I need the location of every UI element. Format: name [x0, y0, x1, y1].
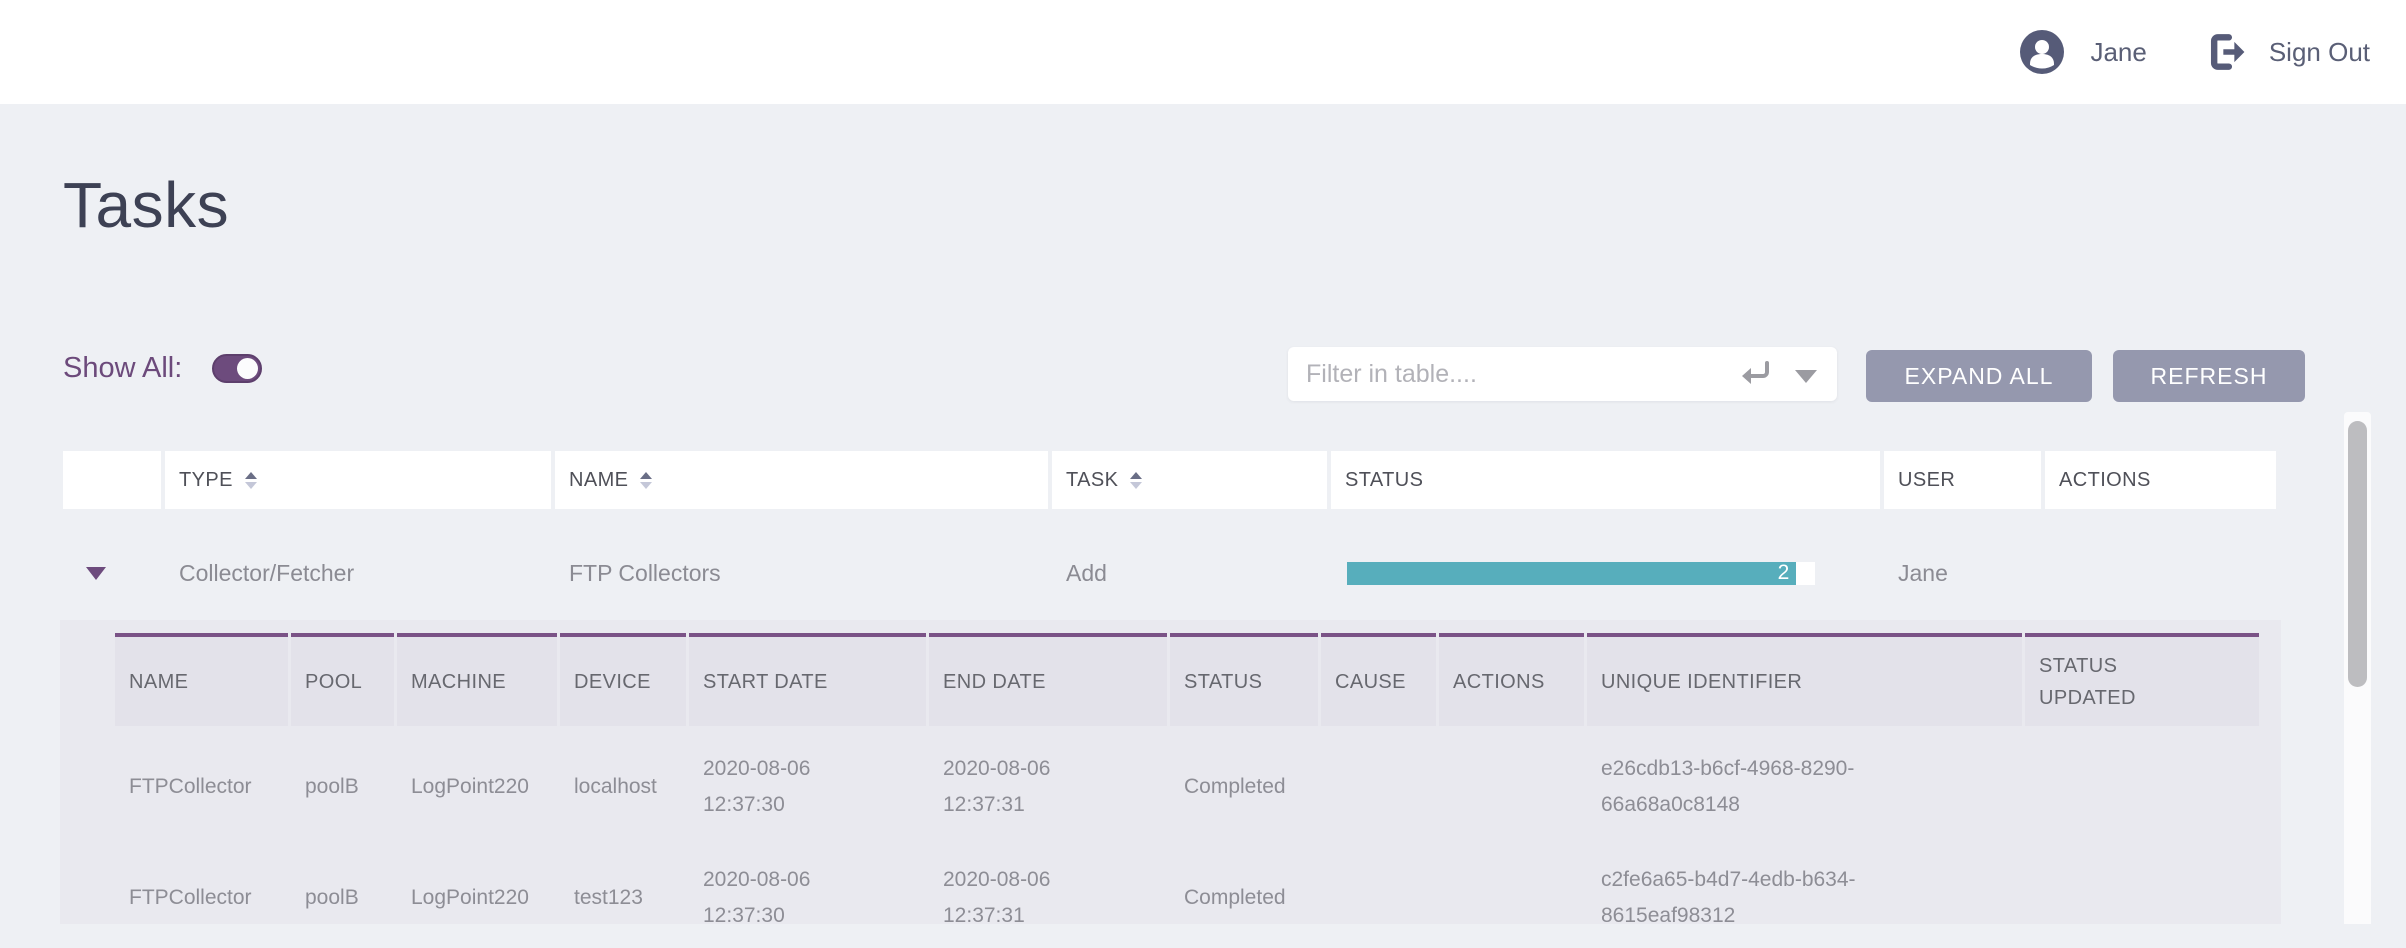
show-all-label: Show All: — [63, 352, 182, 385]
sub-cell-actions — [1439, 848, 1584, 948]
start-date-value: 2020-08-06 12:37:30 — [703, 862, 828, 934]
sign-out-icon[interactable] — [2205, 30, 2249, 74]
sub-cell-status-updated — [2025, 848, 2259, 948]
sub-header-machine: MACHINE — [397, 633, 557, 726]
header-cell-user: USER — [1884, 451, 2041, 509]
end-date-value: 2020-08-06 12:37:31 — [943, 862, 1068, 934]
show-all-control: Show All: — [63, 352, 262, 385]
header-label: NAME — [569, 469, 628, 492]
show-all-toggle[interactable] — [212, 354, 262, 383]
row-cell-user: Jane — [1884, 541, 2041, 605]
sub-header-device: DEVICE — [560, 633, 686, 726]
filter-dropdown-icon[interactable] — [1795, 370, 1817, 383]
end-date-value: 2020-08-06 12:37:31 — [943, 751, 1068, 823]
sub-cell-cause — [1321, 848, 1436, 948]
expand-all-button[interactable]: EXPAND ALL — [1866, 350, 2092, 402]
user-avatar-icon[interactable] — [2018, 28, 2066, 76]
sub-cell-start-date: 2020-08-06 12:37:30 — [689, 737, 926, 837]
filter-input-wrap — [1288, 347, 1837, 401]
unique-identifier-value: e26cdb13-b6cf-4968-8290-66a68a0c8148 — [1601, 751, 1901, 823]
toggle-knob — [237, 358, 258, 379]
scrollbar-thumb[interactable] — [2348, 421, 2367, 687]
sub-cell-device: localhost — [560, 737, 686, 837]
sub-cell-status: Completed — [1170, 737, 1318, 837]
sign-out-button[interactable]: Sign Out — [2269, 37, 2370, 68]
sub-header-end-date: END DATE — [929, 633, 1167, 726]
sub-cell-status-updated — [2025, 737, 2259, 837]
sub-table-row: FTPCollector poolB LogPoint220 test123 2… — [115, 848, 2281, 948]
sort-icon[interactable] — [1130, 472, 1142, 489]
row-expand-toggle[interactable] — [63, 541, 161, 605]
sub-cell-status: Completed — [1170, 848, 1318, 948]
row-cell-task: Add — [1052, 541, 1327, 605]
sub-cell-unique-identifier: c2fe6a65-b4d7-4edb-b634-8615eaf98312 — [1587, 848, 2022, 948]
task-progress-bar: 2 — [1347, 562, 1815, 585]
sub-cell-unique-identifier: e26cdb13-b6cf-4968-8290-66a68a0c8148 — [1587, 737, 2022, 837]
header-label: USER — [1898, 469, 1955, 492]
tasks-page: { "topbar": { "user_name": "Jane", "sign… — [0, 0, 2406, 924]
sub-header-actions: ACTIONS — [1439, 633, 1584, 726]
sub-cell-name: FTPCollector — [115, 737, 288, 837]
header-label: TASK — [1066, 469, 1118, 492]
header-cell-type[interactable]: TYPE — [165, 451, 551, 509]
header-label: STATUS — [1345, 469, 1423, 492]
collapse-row-icon — [86, 567, 106, 580]
task-progress-fill: 2 — [1347, 562, 1796, 585]
top-bar-user-area: Jane Sign Out — [2018, 28, 2370, 76]
page-title: Tasks — [63, 168, 229, 242]
sub-table-header: NAME POOL MACHINE DEVICE START DATE END … — [115, 633, 2281, 726]
header-cell-status: STATUS — [1331, 451, 1880, 509]
header-cell-task[interactable]: TASK — [1052, 451, 1327, 509]
header-cell-expand — [63, 451, 161, 509]
sub-table: NAME POOL MACHINE DEVICE START DATE END … — [60, 620, 2281, 924]
sub-header-status-updated: STATUS UPDATED — [2025, 633, 2259, 726]
sub-header-name: NAME — [115, 633, 288, 726]
sub-cell-name: FTPCollector — [115, 848, 288, 948]
row-cell-name: FTP Collectors — [555, 541, 1048, 605]
main-table-header: TYPE NAME TASK STATUS USER ACTIONS — [63, 451, 2276, 509]
unique-identifier-value: c2fe6a65-b4d7-4edb-b634-8615eaf98312 — [1601, 862, 1901, 934]
header-cell-actions: ACTIONS — [2045, 451, 2276, 509]
task-progress-count: 2 — [1778, 562, 1797, 585]
sort-icon[interactable] — [245, 472, 257, 489]
sort-icon[interactable] — [640, 472, 652, 489]
sub-cell-end-date: 2020-08-06 12:37:31 — [929, 737, 1167, 837]
user-name[interactable]: Jane — [2090, 37, 2146, 68]
row-cell-status: 2 — [1331, 541, 1880, 605]
header-cell-name[interactable]: NAME — [555, 451, 1048, 509]
table-row: Collector/Fetcher FTP Collectors Add 2 J… — [63, 541, 2276, 605]
top-bar: Jane Sign Out — [0, 0, 2406, 104]
refresh-button[interactable]: REFRESH — [2113, 350, 2305, 402]
sub-cell-pool: poolB — [291, 737, 394, 837]
row-cell-actions — [2045, 541, 2276, 605]
sub-cell-device: test123 — [560, 848, 686, 948]
sub-header-start-date: START DATE — [689, 633, 926, 726]
sub-table-row: FTPCollector poolB LogPoint220 localhost… — [115, 737, 2281, 837]
sub-cell-start-date: 2020-08-06 12:37:30 — [689, 848, 926, 948]
sub-header-status: STATUS — [1170, 633, 1318, 726]
sub-cell-cause — [1321, 737, 1436, 837]
sub-header-unique-identifier: UNIQUE IDENTIFIER — [1587, 633, 2022, 726]
enter-key-icon[interactable] — [1741, 360, 1771, 388]
sub-cell-actions — [1439, 737, 1584, 837]
sub-cell-end-date: 2020-08-06 12:37:31 — [929, 848, 1167, 948]
row-cell-type: Collector/Fetcher — [165, 541, 551, 605]
sub-header-pool: POOL — [291, 633, 394, 726]
sub-header-label: STATUS UPDATED — [2039, 650, 2149, 714]
header-label: TYPE — [179, 469, 233, 492]
sub-cell-machine: LogPoint220 — [397, 848, 557, 948]
sub-cell-machine: LogPoint220 — [397, 737, 557, 837]
header-label: ACTIONS — [2059, 469, 2151, 492]
vertical-scrollbar[interactable] — [2344, 412, 2371, 924]
start-date-value: 2020-08-06 12:37:30 — [703, 751, 828, 823]
sub-cell-pool: poolB — [291, 848, 394, 948]
sub-header-cause: CAUSE — [1321, 633, 1436, 726]
